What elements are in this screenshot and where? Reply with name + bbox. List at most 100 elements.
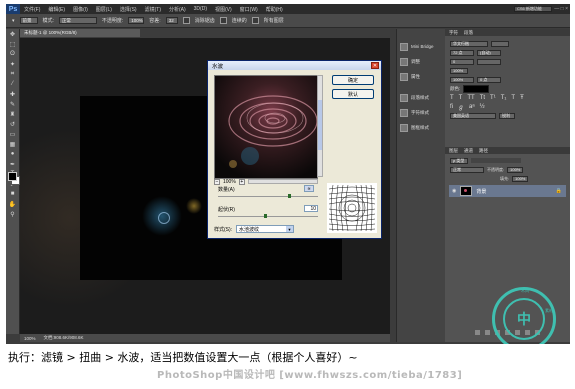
layer-opacity-input[interactable]: 100%: [507, 166, 524, 173]
contiguous-checkbox[interactable]: [219, 17, 227, 24]
scroll-thumb[interactable]: [318, 100, 322, 150]
antialias-checkbox[interactable]: [182, 17, 190, 24]
fill-source-select[interactable]: 前景: [19, 17, 38, 24]
layer-name[interactable]: 背景: [476, 188, 486, 195]
style-select[interactable]: 水池波纹 ▼: [236, 225, 294, 233]
preview-vertical-scrollbar[interactable]: [317, 75, 323, 177]
ridges-slider-track[interactable]: [218, 216, 318, 217]
workspace-selector[interactable]: CS6 新增功能: [514, 6, 552, 12]
language-select[interactable]: 美国英语: [450, 112, 496, 119]
font-size-input[interactable]: 72 点: [450, 49, 474, 56]
all-layers-checkbox[interactable]: [251, 17, 259, 24]
menu-layer[interactable]: 图层(L): [92, 6, 116, 13]
healing-tool-icon[interactable]: ✚: [6, 89, 19, 99]
menu-edit[interactable]: 编辑(E): [44, 6, 69, 13]
menu-3d[interactable]: 3D(D): [190, 6, 211, 12]
dock-adjustments[interactable]: 调整: [397, 54, 445, 69]
underline-icon[interactable]: T: [511, 95, 515, 101]
zoom-readout[interactable]: 100%: [24, 336, 36, 341]
tab-paragraph[interactable]: 段落: [464, 30, 473, 36]
layer-row-background[interactable]: ◉ 背景 🔒: [449, 185, 566, 197]
vertical-scale-input[interactable]: 100%: [450, 67, 468, 74]
window-controls[interactable]: — □ ×: [554, 6, 568, 12]
menu-image[interactable]: 图像(I): [69, 6, 92, 13]
marquee-tool-icon[interactable]: ⬚: [6, 39, 19, 49]
strikethrough-icon[interactable]: Ŧ: [520, 95, 524, 101]
layer-filter-icons[interactable]: [471, 158, 521, 163]
zoom-tool-icon[interactable]: ⚲: [6, 209, 19, 219]
fill-input[interactable]: 100%: [512, 175, 529, 182]
layer-style-icon[interactable]: [485, 330, 490, 335]
swash-icon[interactable]: ℊ: [458, 102, 464, 111]
zoom-out-button[interactable]: −: [214, 178, 220, 185]
font-style-select[interactable]: [491, 40, 509, 47]
baseline-shift-input[interactable]: 0 点: [477, 76, 501, 83]
dock-frame-styles[interactable]: 图框样式: [397, 120, 445, 135]
menu-filter[interactable]: 滤镜(T): [141, 6, 165, 13]
tracking-input[interactable]: 0: [450, 58, 474, 65]
pen-tool-icon[interactable]: ✒: [6, 159, 19, 169]
menu-file[interactable]: 文件(F): [20, 6, 44, 13]
leading-input[interactable]: (自动): [477, 49, 501, 56]
dock-character-styles[interactable]: 字符样式: [397, 105, 445, 120]
magic-wand-tool-icon[interactable]: ✦: [6, 59, 19, 69]
fraction-icon[interactable]: ½: [480, 104, 485, 110]
dock-paragraph-styles[interactable]: 段落样式: [397, 90, 445, 105]
filter-preview[interactable]: [214, 75, 318, 179]
dock-properties[interactable]: 属性: [397, 69, 445, 84]
document-tab[interactable]: 未标题-1 @ 100%(RGB/8): [20, 29, 140, 37]
faux-italic-icon[interactable]: T: [459, 95, 463, 101]
menu-select[interactable]: 选择(S): [116, 6, 141, 13]
stamp-tool-icon[interactable]: ♜: [6, 109, 19, 119]
ordinal-icon[interactable]: aᵃ: [469, 104, 475, 110]
crop-tool-icon[interactable]: ⌗: [6, 69, 19, 79]
hand-tool-icon[interactable]: ✋: [6, 199, 19, 209]
menu-help[interactable]: 帮助(H): [262, 6, 287, 13]
blur-tool-icon[interactable]: ●: [6, 149, 19, 159]
menu-window[interactable]: 窗口(W): [236, 6, 262, 13]
zoom-in-button[interactable]: +: [238, 178, 245, 185]
font-family-select[interactable]: 华文行楷: [450, 40, 488, 47]
tab-layers[interactable]: 图层: [449, 148, 458, 154]
horizontal-scale-input[interactable]: 100%: [450, 76, 474, 83]
amount-slider-track[interactable]: [218, 196, 318, 197]
dock-mini-bridge[interactable]: Mini Bridge: [397, 39, 445, 54]
foreground-color-swatch[interactable]: [8, 172, 17, 181]
tolerance-input[interactable]: 32: [165, 17, 178, 24]
all-caps-icon[interactable]: TT: [467, 95, 474, 101]
shape-tool-icon[interactable]: ■: [6, 189, 19, 199]
eraser-tool-icon[interactable]: ▭: [6, 129, 19, 139]
amount-slider-handle[interactable]: [288, 194, 291, 198]
faux-bold-icon[interactable]: T: [450, 95, 454, 101]
tab-channels[interactable]: 通道: [464, 148, 473, 154]
gradient-tool-icon[interactable]: ▦: [6, 139, 19, 149]
lasso-tool-icon[interactable]: ʘ: [6, 49, 19, 59]
ok-button[interactable]: 确定: [332, 75, 374, 85]
bucket-tool-icon[interactable]: ▾: [12, 18, 15, 24]
amount-preset-icon[interactable]: ≋: [304, 185, 314, 192]
history-brush-tool-icon[interactable]: ↺: [6, 119, 19, 129]
dialog-titlebar[interactable]: 水波: [208, 61, 381, 70]
superscript-icon[interactable]: T¹: [490, 95, 496, 101]
brush-tool-icon[interactable]: ✎: [6, 99, 19, 109]
small-caps-icon[interactable]: Tt: [480, 95, 485, 101]
ridges-slider-handle[interactable]: [264, 214, 267, 218]
chevron-down-icon[interactable]: ▼: [286, 226, 293, 232]
visibility-eye-icon[interactable]: ◉: [452, 188, 456, 194]
menu-view[interactable]: 视图(V): [211, 6, 236, 13]
ridges-input[interactable]: 10: [304, 205, 318, 212]
text-color-swatch[interactable]: [463, 84, 490, 93]
close-icon[interactable]: ✕: [371, 62, 379, 69]
menu-analysis[interactable]: 分析(A): [165, 6, 190, 13]
link-layers-icon[interactable]: [475, 330, 480, 335]
subscript-icon[interactable]: T₁: [501, 95, 507, 101]
reset-button[interactable]: 默认: [332, 89, 374, 99]
tab-paths[interactable]: 路径: [479, 148, 488, 154]
mode-select[interactable]: 正常: [58, 17, 97, 24]
ligature-icon[interactable]: fi: [450, 104, 453, 110]
kerning-input[interactable]: [477, 58, 501, 65]
tab-character[interactable]: 字符: [449, 30, 458, 36]
opacity-input[interactable]: 100%: [128, 17, 145, 24]
layer-filter-select[interactable]: ρ 类型: [450, 157, 468, 164]
blend-mode-select[interactable]: 正常: [450, 166, 484, 173]
